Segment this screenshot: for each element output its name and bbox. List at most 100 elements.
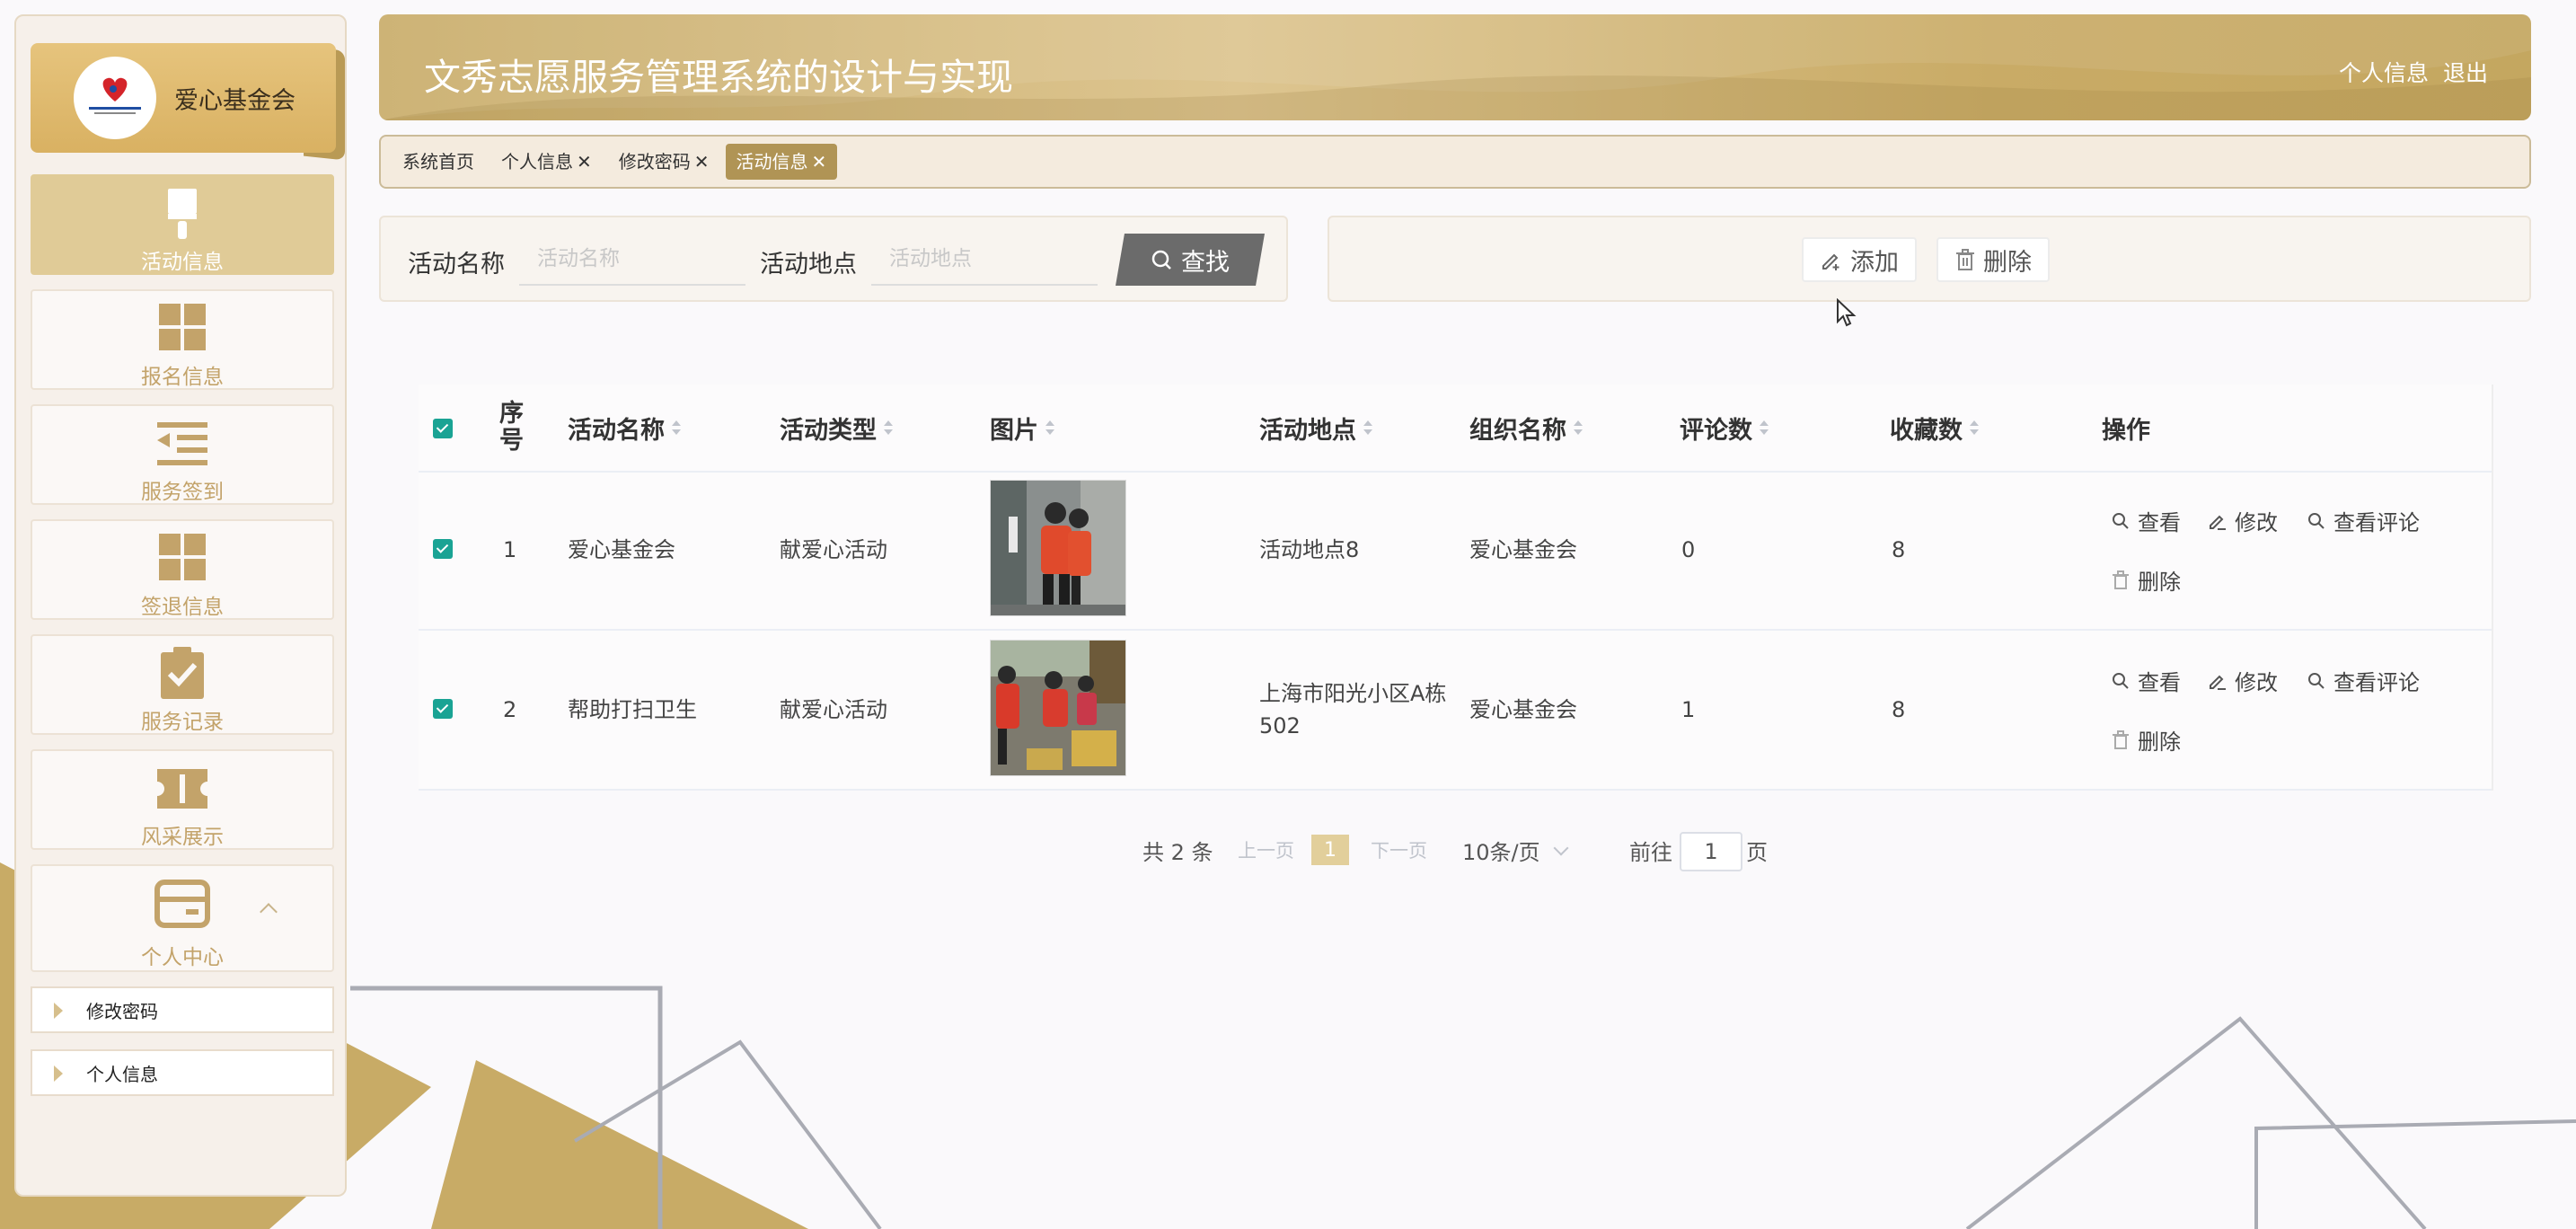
wallet-icon: [154, 880, 210, 928]
sidebar-item-registration-info[interactable]: 报名信息: [31, 289, 334, 390]
view-comments-button[interactable]: 查看评论: [2307, 505, 2420, 536]
select-all-checkbox[interactable]: [433, 419, 453, 438]
clipboard-check-icon: [161, 647, 204, 699]
sort-icon[interactable]: [1760, 419, 1769, 437]
view-button-label: 查看: [2138, 670, 2181, 695]
add-button[interactable]: 添加: [1802, 237, 1917, 282]
sort-icon[interactable]: [1970, 419, 1979, 437]
row-favorites: 8: [1892, 537, 1906, 562]
delete-button-label: 删除: [1983, 248, 2032, 277]
column-header-label: 图片: [990, 416, 1038, 445]
sort-icon[interactable]: [672, 419, 681, 437]
sort-icon[interactable]: [1363, 419, 1372, 437]
view-button[interactable]: 查看: [2111, 505, 2181, 536]
edit-button-label: 修改: [2235, 510, 2278, 535]
sidebar-item-activity-info[interactable]: 活动信息: [31, 174, 334, 275]
profile-link[interactable]: 个人信息: [2339, 60, 2429, 86]
sidebar-item-label: 报名信息: [141, 366, 224, 389]
search-icon: [2113, 672, 2129, 689]
edit-button[interactable]: 修改: [2208, 505, 2278, 536]
view-comments-button[interactable]: 查看评论: [2307, 665, 2420, 696]
sidebar-item-label: 签退信息: [141, 596, 224, 619]
tab-home[interactable]: 系统首页: [392, 144, 485, 180]
row-checkbox[interactable]: [433, 539, 453, 559]
close-icon[interactable]: ✕: [694, 151, 710, 172]
column-header-label: 评论数: [1680, 416, 1752, 445]
activity-place-input[interactable]: [871, 234, 1098, 286]
close-icon[interactable]: ✕: [577, 151, 592, 172]
sidebar-subitem-personal-info[interactable]: 个人信息: [31, 1049, 334, 1096]
row-delete-label: 删除: [2138, 729, 2181, 755]
header-links: 个人信息 退出: [2332, 56, 2488, 88]
activity-photo[interactable]: [990, 480, 1126, 616]
prev-page-button[interactable]: 上一页: [1238, 830, 1294, 870]
row-delete-button[interactable]: 删除: [2111, 564, 2181, 596]
activity-place-label: 活动地点: [760, 251, 857, 279]
sidebar-item-label: 个人中心: [141, 946, 224, 969]
sidebar-item-service-records[interactable]: 服务记录: [31, 634, 334, 735]
logout-link[interactable]: 退出: [2443, 60, 2488, 86]
column-header-comments[interactable]: 评论数: [1680, 385, 1769, 471]
column-header-org[interactable]: 组织名称: [1469, 385, 1583, 471]
sidebar-item-label: 活动信息: [141, 251, 224, 274]
next-page-button[interactable]: 下一页: [1371, 830, 1427, 870]
row-comments: 1: [1681, 697, 1696, 722]
sort-icon[interactable]: [1574, 419, 1583, 437]
column-header-label: 活动地点: [1259, 416, 1356, 445]
row-divider: [419, 471, 2492, 473]
column-header-type[interactable]: 活动类型: [780, 385, 893, 471]
brand-title: 爱心基金会: [174, 86, 296, 115]
tab-label: 系统首页: [402, 151, 474, 172]
view-button-label: 查看: [2138, 510, 2181, 535]
column-header-favorites[interactable]: 收藏数: [1890, 385, 1979, 471]
row-delete-button[interactable]: 删除: [2111, 724, 2181, 756]
search-button[interactable]: 查找: [1116, 234, 1265, 286]
page-size-select[interactable]: 10条/页: [1462, 830, 1540, 870]
column-header-image[interactable]: 图片: [990, 385, 1054, 471]
heart-logo-icon: [74, 57, 156, 139]
tab-personal-info[interactable]: 个人信息 ✕: [490, 144, 603, 180]
chevron-up-icon[interactable]: [260, 903, 278, 921]
search-icon: [2113, 512, 2129, 529]
caret-right-icon: [54, 1065, 63, 1082]
list-indent-icon: [157, 422, 207, 465]
column-header-place[interactable]: 活动地点: [1259, 385, 1372, 471]
row-org: 爱心基金会: [1469, 697, 1577, 722]
edit-button[interactable]: 修改: [2208, 665, 2278, 696]
page-title: 文秀志愿服务管理系统的设计与实现: [424, 56, 1013, 99]
sort-icon[interactable]: [884, 419, 893, 437]
sidebar-item-showcase[interactable]: 风采展示: [31, 749, 334, 850]
row-type: 献爱心活动: [780, 697, 887, 722]
sidebar-subitem-change-password[interactable]: 修改密码: [31, 986, 334, 1033]
search-icon: [1151, 250, 1171, 270]
tab-activity-info[interactable]: 活动信息 ✕: [725, 144, 838, 180]
row-checkbox[interactable]: [433, 699, 453, 719]
grid-icon: [159, 304, 206, 350]
activity-photo[interactable]: [990, 640, 1126, 776]
brush-icon: [168, 189, 197, 239]
sidebar-item-service-checkin[interactable]: 服务签到: [31, 404, 334, 505]
row-type: 献爱心活动: [780, 537, 887, 562]
view-comments-label: 查看评论: [2333, 510, 2420, 535]
goto-page-input[interactable]: 1: [1680, 832, 1742, 871]
column-header-index: 序号: [499, 385, 535, 471]
search-panel: 活动名称 活动地点 查找: [379, 216, 1288, 302]
brand-tab-decoration: [304, 46, 345, 161]
close-icon[interactable]: ✕: [812, 151, 827, 172]
view-button[interactable]: 查看: [2111, 665, 2181, 696]
ticket-icon: [157, 769, 207, 809]
grid-icon: [159, 534, 206, 580]
tab-change-password[interactable]: 修改密码 ✕: [608, 144, 720, 180]
sidebar: 爱心基金会 活动信息 报名信息 服务签到 签退信息 服务记录 风采展示 个人中心…: [14, 14, 347, 1197]
activity-name-input[interactable]: [519, 234, 745, 286]
sidebar-item-checkout-info[interactable]: 签退信息: [31, 519, 334, 620]
edit-plus-icon: [1822, 253, 1839, 270]
caret-right-icon: [54, 1003, 63, 1019]
sidebar-item-personal-center[interactable]: 个人中心: [31, 864, 334, 972]
page-number-current[interactable]: 1: [1311, 835, 1349, 865]
delete-button[interactable]: 删除: [1936, 237, 2050, 282]
sort-icon[interactable]: [1045, 419, 1054, 437]
activity-table: 序号 活动名称 活动类型 图片 活动地点 组织名称 评论数 收藏数 操作 1 爱…: [419, 385, 2493, 791]
edit-icon: [2210, 675, 2226, 690]
column-header-name[interactable]: 活动名称: [568, 385, 681, 471]
